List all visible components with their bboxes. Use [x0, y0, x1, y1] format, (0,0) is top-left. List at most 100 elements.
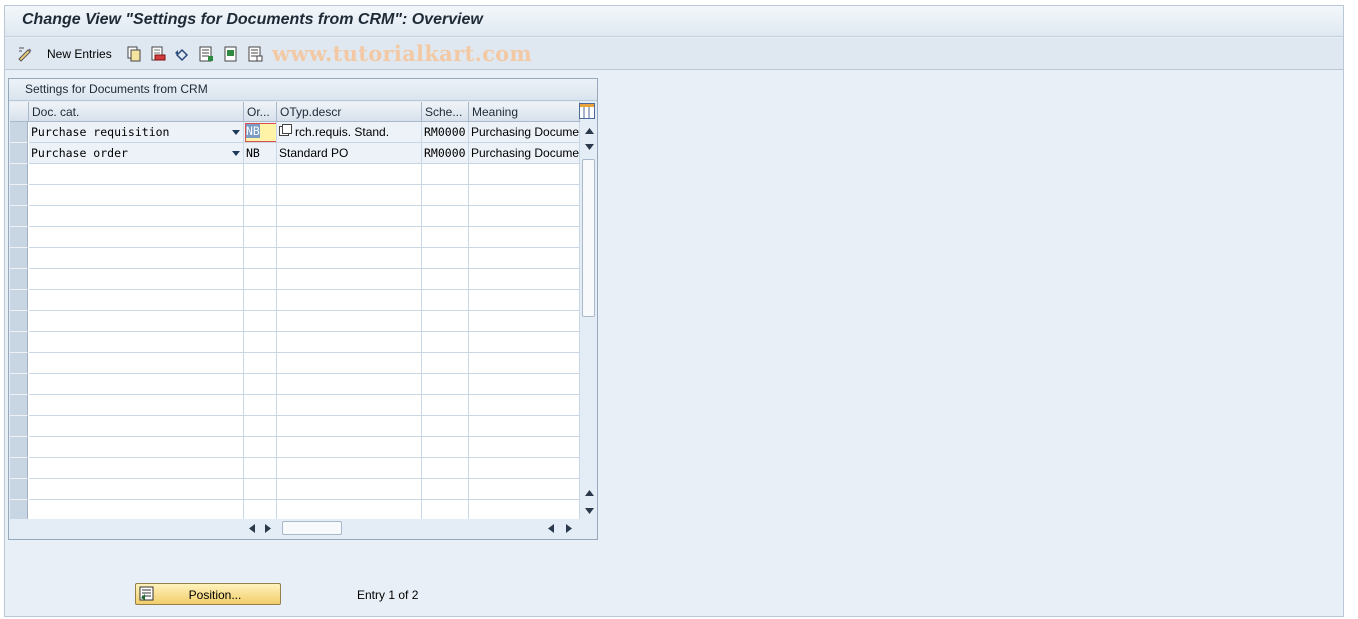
table-cell[interactable]	[29, 353, 244, 374]
column-header-doc-cat[interactable]: Doc. cat.	[29, 102, 244, 122]
table-cell[interactable]	[244, 437, 277, 458]
column-header-schema[interactable]: Sche...	[422, 102, 469, 122]
scroll-down-button[interactable]	[581, 503, 597, 519]
table-cell[interactable]	[422, 500, 469, 519]
position-button[interactable]: Position...	[135, 583, 281, 605]
table-cell[interactable]	[277, 164, 422, 185]
scroll-left-icon[interactable]	[249, 524, 255, 533]
column-header-meaning[interactable]: Meaning	[469, 102, 580, 122]
table-cell[interactable]	[29, 227, 244, 248]
row-selector[interactable]	[10, 248, 28, 269]
table-cell[interactable]	[469, 437, 580, 458]
table-cell[interactable]	[277, 374, 422, 395]
table-cell[interactable]: RM0000	[422, 143, 469, 164]
table-cell[interactable]	[422, 416, 469, 437]
column-header-order-type[interactable]: Or...	[244, 102, 277, 122]
row-selector[interactable]	[10, 269, 28, 290]
select-block-icon[interactable]	[223, 46, 239, 62]
table-cell[interactable]	[469, 332, 580, 353]
table-cell[interactable]	[244, 332, 277, 353]
table-cell[interactable]	[29, 374, 244, 395]
table-cell[interactable]	[469, 227, 580, 248]
table-cell[interactable]: Purchase requisition	[29, 122, 244, 143]
table-cell[interactable]	[277, 332, 422, 353]
table-cell[interactable]	[244, 374, 277, 395]
table-cell[interactable]	[244, 416, 277, 437]
dropdown-arrow-icon[interactable]	[232, 151, 240, 156]
table-cell[interactable]	[29, 332, 244, 353]
table-cell[interactable]	[29, 290, 244, 311]
table-cell[interactable]	[244, 395, 277, 416]
dropdown-arrow-icon[interactable]	[232, 130, 240, 135]
table-cell[interactable]	[244, 248, 277, 269]
table-cell[interactable]: Purchase order	[29, 143, 244, 164]
row-selector[interactable]	[10, 311, 28, 332]
row-selector[interactable]	[10, 122, 28, 143]
row-selector[interactable]	[10, 143, 28, 164]
table-cell[interactable]	[422, 227, 469, 248]
value-help-icon[interactable]	[279, 124, 292, 137]
table-cell[interactable]	[277, 479, 422, 500]
column-header-otyp-descr[interactable]: OTyp.descr	[277, 102, 422, 122]
table-cell[interactable]	[469, 185, 580, 206]
row-selector[interactable]	[10, 479, 28, 500]
table-cell[interactable]	[277, 353, 422, 374]
row-selector[interactable]	[10, 164, 28, 185]
table-cell[interactable]	[277, 290, 422, 311]
table-cell[interactable]	[277, 458, 422, 479]
display-change-icon[interactable]	[17, 46, 33, 62]
table-cell[interactable]	[422, 311, 469, 332]
copy-icon[interactable]	[126, 46, 142, 62]
new-entries-button[interactable]: New Entries	[47, 47, 112, 61]
table-cell[interactable]	[277, 206, 422, 227]
table-cell[interactable]	[277, 437, 422, 458]
table-cell[interactable]	[277, 311, 422, 332]
table-cell[interactable]	[29, 416, 244, 437]
table-cell[interactable]	[469, 416, 580, 437]
table-cell[interactable]	[29, 500, 244, 519]
table-cell[interactable]	[469, 164, 580, 185]
table-cell[interactable]	[244, 185, 277, 206]
table-cell[interactable]	[277, 185, 422, 206]
row-selector[interactable]	[10, 353, 28, 374]
table-cell[interactable]	[277, 416, 422, 437]
table-cell[interactable]	[422, 374, 469, 395]
delete-icon[interactable]	[150, 46, 166, 62]
table-cell[interactable]	[244, 311, 277, 332]
table-cell[interactable]	[29, 458, 244, 479]
table-cell[interactable]	[469, 269, 580, 290]
table-cell[interactable]	[29, 395, 244, 416]
table-cell[interactable]	[244, 290, 277, 311]
table-cell[interactable]	[244, 227, 277, 248]
scroll-up-button[interactable]	[581, 123, 597, 139]
table-cell[interactable]: NB	[244, 122, 277, 143]
table-cell[interactable]	[244, 353, 277, 374]
table-cell[interactable]	[422, 458, 469, 479]
table-cell[interactable]	[469, 353, 580, 374]
table-cell[interactable]: Purchasing Docume	[469, 122, 580, 143]
table-cell[interactable]	[422, 395, 469, 416]
table-cell[interactable]	[277, 269, 422, 290]
row-selector[interactable]	[10, 395, 28, 416]
table-cell[interactable]	[469, 500, 580, 519]
table-cell[interactable]: NB	[244, 143, 277, 164]
table-cell[interactable]	[29, 269, 244, 290]
vertical-scrollbar[interactable]	[581, 123, 597, 519]
row-selector[interactable]	[10, 185, 28, 206]
table-cell[interactable]	[29, 206, 244, 227]
table-cell[interactable]	[29, 248, 244, 269]
table-cell[interactable]	[244, 479, 277, 500]
horizontal-scroll-thumb[interactable]	[282, 521, 342, 535]
table-cell[interactable]	[422, 353, 469, 374]
table-cell[interactable]: rch.requis. Stand.	[277, 122, 422, 143]
order-type-input[interactable]: NB	[245, 123, 276, 142]
table-cell[interactable]	[244, 269, 277, 290]
table-cell[interactable]	[29, 479, 244, 500]
table-cell[interactable]	[469, 206, 580, 227]
column-settings-icon[interactable]	[579, 103, 595, 119]
table-cell[interactable]: Purchasing Docume	[469, 143, 580, 164]
table-cell[interactable]	[469, 248, 580, 269]
row-selector[interactable]	[10, 290, 28, 311]
table-cell[interactable]	[469, 479, 580, 500]
scroll-left-icon[interactable]	[548, 524, 554, 533]
